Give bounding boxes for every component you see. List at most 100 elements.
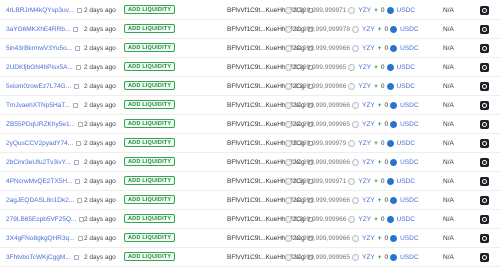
details-icon[interactable] [480,139,489,148]
tx-signature-link[interactable]: 5in43rBkrmwV3Yu5o... [6,45,81,52]
tx-signature-text[interactable]: 3X4gFNo8gkgQHR3q... [6,235,75,242]
tx-signature-text[interactable]: 4PNcrwMvQE2TX5H... [6,178,72,185]
token-b-symbol[interactable]: YZY [362,26,375,33]
copy-icon[interactable] [73,254,79,260]
token-c-symbol[interactable]: USDC [400,102,418,109]
token-b-symbol[interactable]: YZY [358,7,371,14]
copy-icon[interactable] [73,26,79,32]
token-b-symbol[interactable]: YZY [358,64,371,71]
tx-signature-link[interactable]: 3FhtvboTcWKjCggM... [6,254,79,261]
copy-icon[interactable] [78,121,84,127]
amount-token-c: 0 [380,82,385,90]
details-icon[interactable] [480,120,489,129]
pool-value: N/A [443,44,454,52]
token-c-symbol[interactable]: USDC [400,45,418,52]
token-c-symbol[interactable]: USDC [397,64,415,71]
details-icon[interactable] [480,101,489,110]
tx-signature-link[interactable]: 2yQusCCV2pyadY74... [6,140,82,147]
tx-signature-link[interactable]: 2bCinr3eUfu2Tv3ivY... [6,159,79,166]
tx-signature-link[interactable]: 3aYG6MKXhE4RRb... [6,26,79,33]
token-b-symbol[interactable]: YZY [358,140,371,147]
token-c-symbol[interactable]: USDC [400,197,418,204]
tx-signature-text[interactable]: 2bCinr3eUfu2Tv3ivY... [6,159,71,166]
action-badge: ADD LIQUIDITY [124,119,176,128]
copy-icon[interactable] [75,178,81,184]
action-badge: ADD LIQUIDITY [124,195,176,204]
amount-token-a: 14,999,999,999966 [294,44,351,52]
yzy-token-icon [348,63,356,71]
details-icon[interactable] [480,63,489,72]
tx-signature-link[interactable]: 4PNcrwMvQE2TX5H... [6,178,81,185]
action-badge: ADD LIQUIDITY [124,24,176,33]
token-b-symbol[interactable]: YZY [362,121,375,128]
token-c-symbol[interactable]: USDC [400,26,418,33]
action-badge: ADD LIQUIDITY [124,100,176,109]
tx-signature-link[interactable]: ZB55PDqURZKhy5e1... [6,121,84,128]
tx-signature-text[interactable]: 2yQusCCV2pyadY74... [6,140,73,147]
tx-signature-link[interactable]: 4rLBRJrM4kQYsp3uv... [6,7,82,14]
token-b-symbol[interactable]: YZY [362,197,375,204]
tx-signature-link[interactable]: 2UDKfjbGN4hPisx5A... [6,64,81,71]
copy-icon[interactable] [76,7,82,13]
copy-icon[interactable] [75,64,81,70]
token-b-symbol[interactable]: YZY [362,159,375,166]
copy-icon[interactable] [72,102,78,108]
details-icon[interactable] [480,25,489,34]
details-icon[interactable] [480,196,489,205]
token-c-symbol[interactable]: USDC [400,235,418,242]
token-b-symbol[interactable]: YZY [358,83,371,90]
token-b-symbol[interactable]: YZY [358,178,371,185]
tx-signature-text[interactable]: ZB55PDqURZKhy5e1... [6,121,75,128]
plus-sign: + [377,234,382,242]
tx-signature-text[interactable]: 3FhtvboTcWKjCggM... [6,254,71,261]
tx-signature-link[interactable]: 2agJEQDASL8n1Dk2... [6,197,83,204]
tx-signature-text[interactable]: 5xiom0zowEz7L74G... [6,83,71,90]
token-b-symbol[interactable]: YZY [358,216,371,223]
token-c-symbol[interactable]: USDC [400,254,418,261]
token-amounts: 9,999,999,999971 YZY + 0 USDC [285,6,415,14]
token-c-symbol[interactable]: USDC [397,216,415,223]
token-b-symbol[interactable]: YZY [362,254,375,261]
details-icon[interactable] [480,158,489,167]
token-c-symbol[interactable]: USDC [400,121,418,128]
tx-signature-text[interactable]: 2UDKfjbGN4hPisx5A... [6,64,73,71]
details-icon[interactable] [480,177,489,186]
amount-token-c: 0 [384,253,389,261]
token-c-symbol[interactable]: USDC [397,140,415,147]
usdc-token-icon [390,253,398,261]
pool-value: N/A [443,215,454,223]
details-icon[interactable] [480,234,489,243]
tx-signature-link[interactable]: 3X4gFNo8gkgQHR3q... [6,235,83,242]
token-c-symbol[interactable]: USDC [397,178,415,185]
token-a-icon [285,253,292,261]
token-b-symbol[interactable]: YZY [362,102,375,109]
plus-sign: + [374,6,378,14]
details-icon[interactable] [480,82,489,91]
table-row: 2bCinr3eUfu2Tv3ivY... 2 days ago ADD LIQ… [0,153,500,172]
copy-icon[interactable] [73,159,79,165]
details-icon[interactable] [480,6,489,15]
token-c-symbol[interactable]: USDC [400,159,418,166]
copy-icon[interactable] [75,45,81,51]
tx-signature-text[interactable]: TmJvaehXTNp5HaT... [6,102,70,109]
copy-icon[interactable] [77,197,83,203]
details-icon[interactable] [480,44,489,53]
tx-signature-link[interactable]: 5xiom0zowEz7L74G... [6,83,80,90]
copy-icon[interactable] [74,83,80,89]
tx-signature-text[interactable]: 279LB65Ecpb5VF25Q... [6,216,76,223]
copy-icon[interactable] [77,235,83,241]
token-c-symbol[interactable]: USDC [397,7,415,14]
copy-icon[interactable] [76,140,82,146]
details-icon[interactable] [480,215,489,224]
token-b-symbol[interactable]: YZY [362,45,375,52]
tx-signature-text[interactable]: 5in43rBkrmwV3Yu5o... [6,45,72,52]
tx-signature-text[interactable]: 4rLBRJrM4kQYsp3uv... [6,7,74,14]
tx-signature-text[interactable]: 3aYG6MKXhE4RRb... [6,26,70,33]
usdc-token-icon [390,101,398,109]
token-b-symbol[interactable]: YZY [362,235,375,242]
details-icon[interactable] [480,253,489,262]
token-c-symbol[interactable]: USDC [397,83,415,90]
tx-signature-link[interactable]: TmJvaehXTNp5HaT... [6,102,78,109]
tx-signature-text[interactable]: 2agJEQDASL8n1Dk2... [6,197,74,204]
tx-signature-link[interactable]: 279LB65Ecpb5VF25Q... [6,216,85,223]
